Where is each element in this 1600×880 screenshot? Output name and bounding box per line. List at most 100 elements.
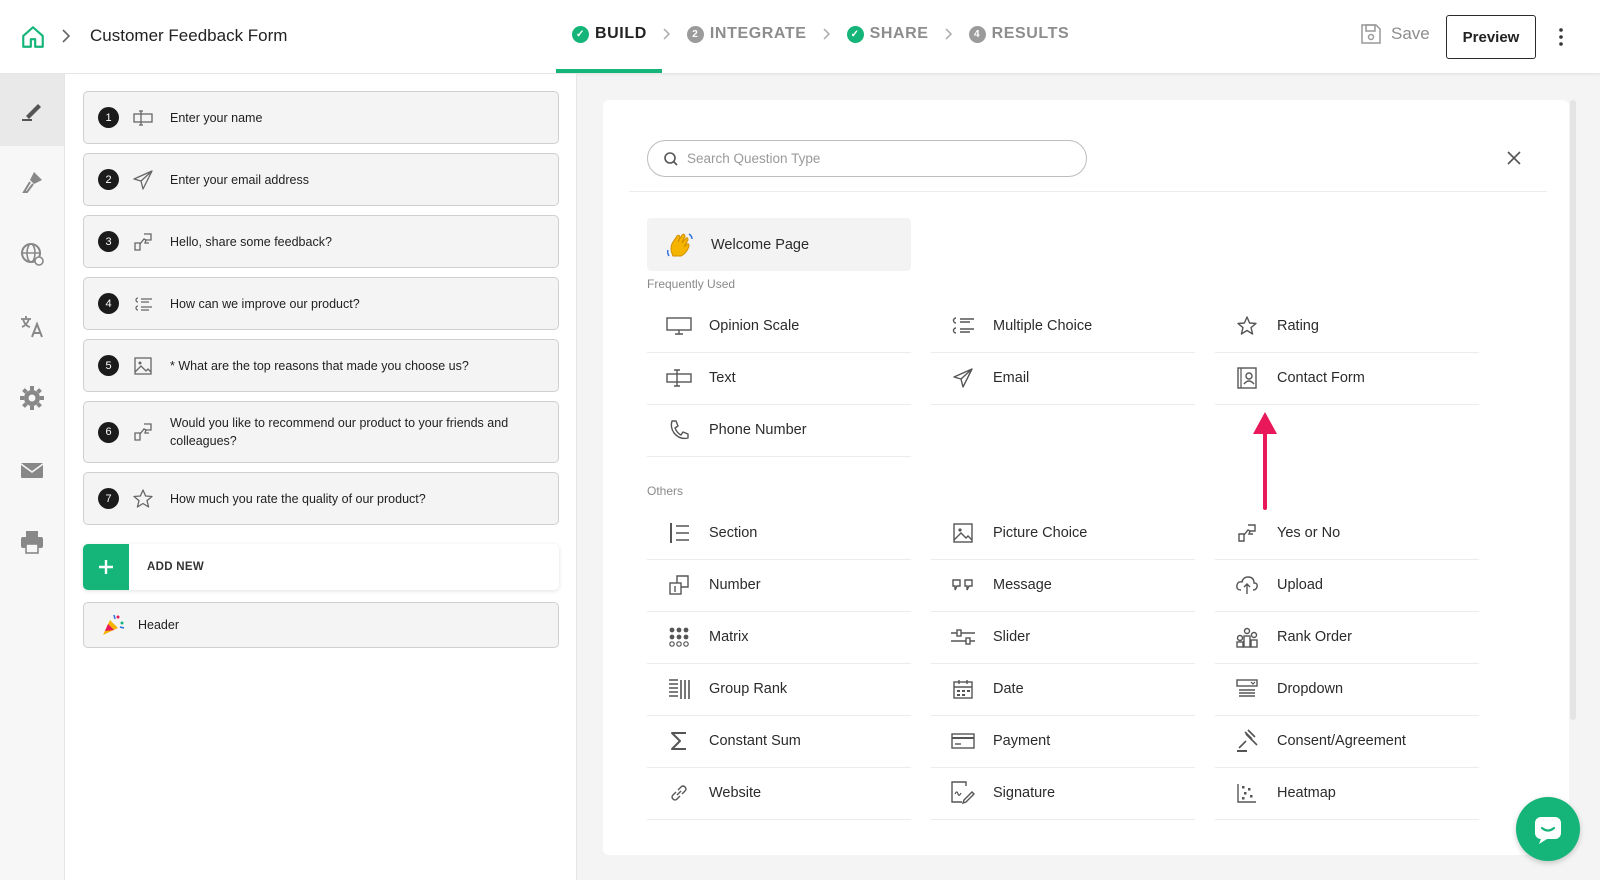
type-yes-or-no[interactable]: Yes or No	[1215, 507, 1479, 560]
floppy-disk-icon	[1361, 24, 1381, 44]
type-label: Slider	[993, 629, 1031, 645]
type-website[interactable]: Website	[647, 767, 911, 820]
panel-scrollbar[interactable]	[1570, 100, 1576, 720]
image-icon	[134, 356, 152, 375]
question-card[interactable]: 6 Would you like to recommend our produc…	[83, 401, 559, 463]
frequently-used-heading: Frequently Used	[647, 277, 736, 291]
type-slider[interactable]: Slider	[931, 611, 1195, 664]
more-options-icon[interactable]	[1557, 26, 1565, 48]
question-number: 6	[98, 421, 119, 443]
type-section[interactable]: Section	[647, 507, 911, 560]
type-payment[interactable]: Payment	[931, 715, 1195, 768]
dropdown-icon	[1236, 679, 1258, 697]
signature-icon	[951, 781, 975, 805]
close-icon[interactable]	[1506, 150, 1522, 166]
question-card[interactable]: 4 How can we improve our product?	[83, 277, 559, 330]
question-text: Enter your name	[170, 110, 263, 125]
step-integrate[interactable]: 2 INTEGRATE	[686, 25, 807, 43]
question-text: How much you rate the quality of our pro…	[170, 491, 426, 506]
type-contact-form[interactable]: Contact Form	[1215, 352, 1479, 405]
type-phone-number[interactable]: Phone Number	[647, 404, 911, 457]
type-label: Section	[709, 525, 758, 541]
type-rating[interactable]: Rating	[1215, 300, 1479, 353]
sidebar-build-tool[interactable]	[0, 74, 64, 146]
type-heatmap[interactable]: Heatmap	[1215, 767, 1479, 820]
home-icon[interactable]	[20, 24, 46, 50]
form-title[interactable]: Customer Feedback Form	[90, 26, 287, 46]
chevron-right-icon	[945, 28, 952, 40]
type-label: Email	[993, 370, 1030, 386]
type-rank-order[interactable]: Rank Order	[1215, 611, 1479, 664]
type-label: Date	[993, 681, 1024, 697]
text-input-icon	[666, 369, 692, 387]
type-text[interactable]: Text	[647, 352, 911, 405]
type-label: Website	[709, 785, 762, 801]
sidebar-translate-tool[interactable]	[0, 290, 64, 362]
sidebar-settings-tool[interactable]	[0, 362, 64, 434]
monitor-icon	[666, 317, 692, 335]
matrix-icon	[669, 627, 689, 647]
add-new-label: ADD NEW	[147, 561, 205, 573]
star-icon	[1237, 316, 1257, 335]
tool-sidebar	[0, 74, 65, 880]
party-popper-icon	[103, 614, 125, 635]
question-card[interactable]: 5 * What are the top reasons that made y…	[83, 339, 559, 392]
type-date[interactable]: Date	[931, 663, 1195, 716]
welcome-page-label: Welcome Page	[711, 236, 810, 253]
question-card[interactable]: 1 Enter your name	[83, 91, 559, 144]
type-group-rank[interactable]: Group Rank	[647, 663, 911, 716]
top-bar: Customer Feedback Form ✓ BUILD 2 INTEGRA…	[0, 0, 1600, 74]
step-build[interactable]: ✓ BUILD	[572, 25, 647, 43]
type-signature[interactable]: Signature	[931, 767, 1195, 820]
type-label: Number	[709, 577, 761, 593]
type-consent-agreement[interactable]: Consent/Agreement	[1215, 715, 1479, 768]
type-label: Signature	[993, 785, 1056, 801]
save-button[interactable]: Save	[1359, 22, 1430, 46]
sigma-icon	[671, 732, 686, 750]
printer-icon	[21, 531, 43, 554]
sidebar-print-tool[interactable]	[0, 506, 64, 578]
type-matrix[interactable]: Matrix	[647, 611, 911, 664]
sidebar-web-tool[interactable]	[0, 218, 64, 290]
type-number[interactable]: Number	[647, 559, 911, 612]
question-number: 3	[98, 231, 119, 252]
annotation-arrow-icon	[1253, 412, 1277, 510]
type-email[interactable]: Email	[931, 352, 1195, 405]
question-card[interactable]: 3 Hello, share some feedback?	[83, 215, 559, 268]
question-card[interactable]: 7 How much you rate the quality of our p…	[83, 472, 559, 525]
type-multiple-choice[interactable]: Multiple Choice	[931, 300, 1195, 353]
step-share[interactable]: ✓ SHARE	[846, 25, 929, 43]
group-rank-icon	[669, 679, 690, 699]
add-new-question-button[interactable]: ADD NEW	[83, 544, 559, 590]
type-upload[interactable]: Upload	[1215, 559, 1479, 612]
type-opinion-scale[interactable]: Opinion Scale	[647, 300, 911, 353]
multiple-choice-icon	[952, 317, 974, 334]
search-question-type-input[interactable]	[687, 151, 1067, 166]
welcome-page-option[interactable]: Welcome Page	[647, 218, 911, 271]
type-message[interactable]: Message	[931, 559, 1195, 612]
question-text: Would you like to recommend our product …	[170, 416, 509, 448]
type-picture-choice[interactable]: Picture Choice	[931, 507, 1195, 560]
type-label: Dropdown	[1277, 681, 1344, 697]
question-number: 4	[98, 293, 119, 314]
phone-icon	[670, 420, 689, 440]
type-label: Rank Order	[1277, 629, 1352, 645]
question-card[interactable]: 2 Enter your email address	[83, 153, 559, 206]
type-label: Heatmap	[1277, 785, 1336, 801]
type-constant-sum[interactable]: Constant Sum	[647, 715, 911, 768]
step-results[interactable]: 4 RESULTS	[968, 25, 1070, 43]
type-label: Payment	[993, 733, 1051, 749]
preview-button[interactable]: Preview	[1446, 15, 1536, 59]
sidebar-email-tool[interactable]	[0, 434, 64, 506]
sidebar-design-tool[interactable]	[0, 146, 64, 218]
type-dropdown[interactable]: Dropdown	[1215, 663, 1479, 716]
gavel-icon	[1237, 729, 1258, 752]
step-number-badge: 2	[686, 25, 704, 43]
chat-bubble-icon	[1535, 817, 1561, 844]
calendar-icon	[953, 680, 973, 699]
cloud-upload-icon	[1236, 576, 1258, 594]
chat-widget-button[interactable]	[1516, 797, 1580, 861]
search-box	[647, 140, 1087, 177]
paper-plane-icon	[133, 169, 153, 190]
header-item[interactable]: Header	[83, 602, 559, 648]
